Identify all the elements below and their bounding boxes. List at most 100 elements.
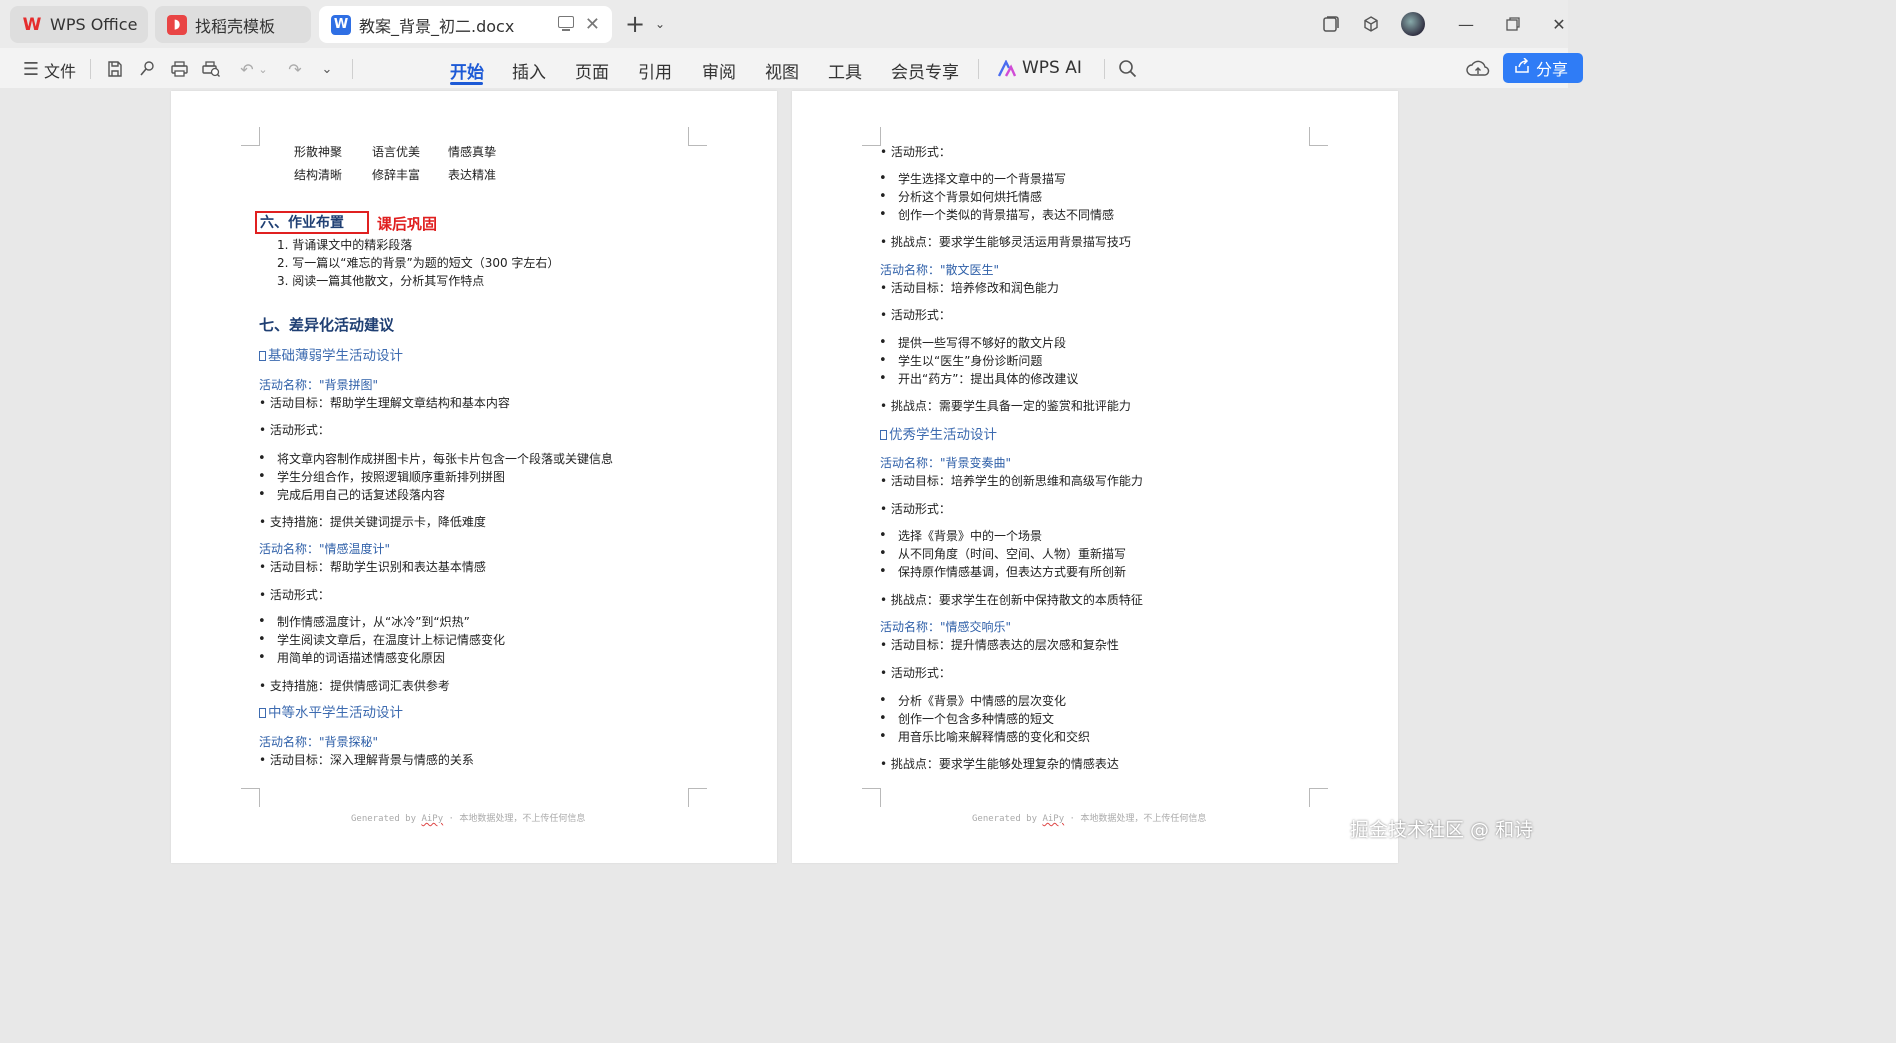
document-page-left[interactable]: 形散神聚 语言优美 情感真挚 结构清晰 修辞丰富 表达精准 六、作业布置 课后巩… [171,91,777,863]
close-window-icon[interactable]: ✕ [1550,14,1568,34]
undo-icon[interactable]: ↶ [236,58,258,80]
save-icon[interactable] [104,58,126,80]
tab-member[interactable]: 会员专享 [891,58,959,83]
list-item: 用简单的词语描述情感变化原因 [258,650,445,666]
cloud-upload-icon[interactable] [1466,58,1490,80]
document-page-right[interactable]: • 活动形式： 学生选择文章中的一个背景描写 分析这个背景如何烘托情感 创作一个… [792,91,1398,863]
tab-tools[interactable]: 工具 [828,58,862,83]
footer-link[interactable]: AiPy [421,814,443,824]
monitor-icon[interactable] [558,16,574,31]
activity-goal: • 活动目标：培养学生的创新思维和高级写作能力 [880,474,1143,488]
cube-icon[interactable] [1361,14,1381,34]
active-tab-indicator [450,82,483,85]
tab-home[interactable]: 开始 [450,58,484,83]
list-item: 学生阅读文章后，在温度计上标记情感变化 [258,632,505,648]
redo-icon[interactable]: ↷ [284,58,306,80]
keyword: 形散神聚 [294,145,343,159]
activity-name: 活动名称："背景变奏曲" [880,456,1012,470]
section-heading: 七、差异化活动建议 [259,316,395,334]
list-item: 提供一些写得不够好的散文片段 [879,335,1066,351]
activity-name: 活动名称："情感交响乐" [880,620,1012,634]
list-item: 完成后用自己的话复述段落内容 [258,487,445,503]
tab-insert[interactable]: 插入 [512,58,546,83]
tab-wps-office[interactable]: W WPS Office [10,6,148,43]
crop-mark [862,788,881,807]
subsection-label: 优秀学生活动设计 [889,427,997,443]
file-menu[interactable]: 文件 [44,58,76,82]
divider [352,59,353,79]
footer-text: · 本地数据处理，不上传任何信息 [443,814,586,824]
activity-form: • 活动形式： [880,145,951,159]
wps-logo-icon: W [22,14,42,35]
activity-form: • 活动形式： [259,588,330,602]
list-item: 分析这个背景如何烘托情感 [879,189,1042,205]
activity-goal: • 活动目标：培养修改和润色能力 [880,281,1059,295]
word-doc-icon: W [331,14,351,35]
crop-mark [688,127,707,146]
print-preview-icon[interactable] [200,58,222,80]
subsection-heading: 优秀学生活动设计 [880,427,997,443]
activity-name: 活动名称："背景拼图" [259,378,379,392]
placeholder-glyph-icon [880,430,887,440]
footer-text: Generated by [972,814,1043,824]
activity-name: 活动名称："散文医生" [880,263,1000,277]
chevron-down-icon[interactable]: ⌄ [652,14,668,34]
list-item: 创作一个类似的背景描写，表达不同情感 [879,207,1114,223]
tab-view[interactable]: 视图 [765,58,799,83]
watermark: 掘金技术社区 @ 和诗 [1350,819,1534,841]
search-icon[interactable] [1117,58,1139,80]
annotation-label: 课后巩固 [377,215,438,233]
list-item: 3. 阅读一篇其他散文，分析其写作特点 [277,274,485,288]
more-chevron-icon[interactable]: ⌄ [316,58,338,80]
share-button[interactable]: 分享 [1503,53,1583,83]
challenge-point: • 挑战点：要求学生在创新中保持散文的本质特征 [880,593,1143,607]
divider [90,59,91,79]
list-item: 学生以“医生”身份诊断问题 [879,353,1042,369]
list-item: 分析《背景》中情感的层次变化 [879,693,1066,709]
placeholder-glyph-icon [259,351,266,361]
list-item: 保持原作情感基调，但表达方式要有所创新 [879,564,1126,580]
menu-icon[interactable]: ☰ [20,58,42,80]
activity-form: • 活动形式： [880,308,951,322]
restore-icon[interactable] [1503,14,1523,34]
support-measure: • 支持措施：提供情感词汇表供参考 [259,679,450,693]
window-layout-icon[interactable] [1321,14,1341,34]
tab-label: 找稻壳模板 [195,16,276,36]
footer-text: · 本地数据处理，不上传任何信息 [1064,814,1207,824]
activity-name: 活动名称："情感温度计" [259,542,391,556]
print-icon[interactable] [168,58,190,80]
tab-wps-ai[interactable]: WPS AI [1022,58,1082,78]
section-heading: 六、作业布置 [260,215,344,231]
keyword: 语言优美 [372,145,421,159]
tab-references[interactable]: 引用 [638,58,672,83]
close-tab-icon[interactable]: ✕ [585,14,600,35]
footer-text: Generated by [351,814,422,824]
activity-goal: • 活动目标：帮助学生识别和表达基本情感 [259,560,486,574]
wps-ai-icon [996,58,1018,80]
list-item: 用音乐比喻来解释情感的变化和交织 [879,729,1090,745]
list-item: 学生选择文章中的一个背景描写 [879,171,1066,187]
tab-label: WPS Office [50,15,138,34]
activity-goal: • 活动目标：帮助学生理解文章结构和基本内容 [259,396,510,410]
tab-review[interactable]: 审阅 [702,58,736,83]
footer-link[interactable]: AiPy [1042,814,1064,824]
undo-dropdown-icon[interactable]: ⌄ [256,58,270,80]
list-item: 开出“药方”：提出具体的修改建议 [879,371,1078,387]
crop-mark [241,127,260,146]
keyword: 表达精准 [448,168,497,182]
list-item: 1. 背诵课文中的精彩段落 [277,238,413,252]
page-footer: Generated by AiPy · 本地数据处理，不上传任何信息 [972,811,1206,824]
tab-bar: W WPS Office ◗ 找稻壳模板 W 教案_背景_初二.docx ✕ +… [0,0,1568,48]
format-painter-icon[interactable] [136,58,158,80]
crop-mark [1309,127,1328,146]
tab-page[interactable]: 页面 [575,58,609,83]
tab-docer[interactable]: ◗ 找稻壳模板 [155,6,311,43]
new-tab-icon[interactable]: + [623,10,647,38]
list-item: 从不同角度（时间、空间、人物）重新描写 [879,546,1126,562]
minimize-icon[interactable]: — [1456,14,1476,34]
placeholder-glyph-icon [259,708,266,718]
avatar[interactable] [1401,12,1425,36]
list-item: 将文章内容制作成拼图卡片，每张卡片包含一个段落或关键信息 [258,451,613,467]
list-item: 创作一个包含多种情感的短文 [879,711,1054,727]
tab-document[interactable]: W 教案_背景_初二.docx ✕ [319,6,612,43]
